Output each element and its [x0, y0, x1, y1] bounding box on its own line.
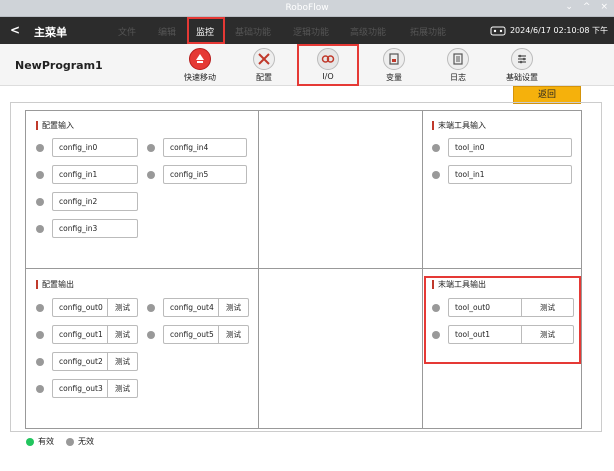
config-out5-label: config_out5: [170, 330, 214, 339]
tool-in0: tool_in0: [432, 138, 572, 157]
tool-input-title-text: 末端工具输入: [438, 121, 486, 130]
config-in4-field[interactable]: config_in4: [163, 138, 247, 157]
config-out1: config_out1 测试: [36, 325, 138, 344]
config-out0-label: config_out0: [59, 303, 103, 312]
status-dot: [36, 357, 44, 366]
main-menu-label[interactable]: 主菜单: [34, 24, 67, 40]
config-label: 配置: [256, 73, 272, 82]
highlight-io-button: [297, 44, 359, 86]
status-dot: [432, 143, 440, 152]
valid-dot-icon: [26, 437, 34, 446]
config-out5: config_out5 测试: [147, 325, 249, 344]
test-button[interactable]: 测试: [218, 326, 248, 343]
window-titlebar: RoboFlow ⌄ ^ ×: [0, 0, 614, 17]
grid-divider: [26, 268, 581, 269]
log-label: 日志: [450, 73, 466, 82]
config-in4: config_in4: [147, 138, 247, 157]
program-name: NewProgram1: [15, 59, 103, 72]
menu-extension-functions[interactable]: 拓展功能: [410, 25, 446, 38]
menu-advanced-functions[interactable]: 高级功能: [350, 25, 386, 38]
tool-input-title: 末端工具输入: [432, 120, 486, 131]
menu-basic-functions[interactable]: 基础功能: [235, 25, 271, 38]
legend-invalid: 无效: [78, 437, 94, 446]
status-dot: [147, 303, 155, 312]
config-out2-label: config_out2: [59, 357, 103, 366]
test-button[interactable]: 测试: [107, 380, 137, 397]
config-in3: config_in3: [36, 219, 138, 238]
legend: 有效 无效: [26, 436, 94, 447]
variable-icon: [383, 48, 405, 70]
config-out4-label: config_out4: [170, 303, 214, 312]
test-button[interactable]: 测试: [107, 353, 137, 370]
config-in2-field[interactable]: config_in2: [52, 192, 138, 211]
config-in0: config_in0: [36, 138, 138, 157]
config-input-title-text: 配置输入: [42, 121, 74, 130]
status-dot: [36, 224, 44, 233]
status-dot: [36, 303, 44, 312]
tools-icon: [253, 48, 275, 70]
test-button[interactable]: 测试: [107, 299, 137, 316]
tool-in0-field[interactable]: tool_in0: [448, 138, 572, 157]
status-dot: [36, 330, 44, 339]
config-in1: config_in1: [36, 165, 138, 184]
config-out4: config_out4 测试: [147, 298, 249, 317]
status-dot: [147, 330, 155, 339]
maximize-icon[interactable]: ^: [583, 2, 591, 12]
menu-file[interactable]: 文件: [118, 25, 136, 38]
tool-in1: tool_in1: [432, 165, 572, 184]
test-button[interactable]: 测试: [107, 326, 137, 343]
window-title: RoboFlow: [285, 3, 329, 13]
robot-icon: [490, 26, 506, 36]
invalid-dot-icon: [66, 437, 74, 446]
status-dot: [36, 197, 44, 206]
status-dot: [147, 170, 155, 179]
back-icon[interactable]: <: [10, 23, 20, 37]
test-button[interactable]: 测试: [218, 299, 248, 316]
settings-icon: [511, 48, 533, 70]
config-in5-field[interactable]: config_in5: [163, 165, 247, 184]
config-in0-field[interactable]: config_in0: [52, 138, 138, 157]
status-dot: [36, 143, 44, 152]
variable-label: 变量: [386, 73, 402, 82]
menu-logic-functions[interactable]: 逻辑功能: [293, 25, 329, 38]
config-in2: config_in2: [36, 192, 138, 211]
status-dot: [36, 170, 44, 179]
basic-settings-button[interactable]: 基础设置: [492, 48, 552, 83]
variable-button[interactable]: 变量: [364, 48, 424, 83]
menu-bar: < 主菜单 文件 编辑 监控 基础功能 逻辑功能 高级功能 拓展功能 2024/…: [0, 17, 614, 44]
grid-divider: [422, 111, 423, 428]
config-in5: config_in5: [147, 165, 247, 184]
tool-in1-field[interactable]: tool_in1: [448, 165, 572, 184]
config-out3-label: config_out3: [59, 384, 103, 393]
config-button[interactable]: 配置: [234, 48, 294, 83]
highlight-tool-output: [424, 276, 581, 364]
config-out2: config_out2 测试: [36, 352, 138, 371]
config-input-title: 配置输入: [36, 120, 74, 131]
config-in1-field[interactable]: config_in1: [52, 165, 138, 184]
quick-move-button[interactable]: 快速移动: [170, 48, 230, 83]
status-dot: [36, 384, 44, 393]
config-out0: config_out0 测试: [36, 298, 138, 317]
log-icon: [447, 48, 469, 70]
config-output-title-text: 配置输出: [42, 280, 74, 289]
config-out3: config_out3 测试: [36, 379, 138, 398]
status-dot: [432, 170, 440, 179]
legend-valid: 有效: [38, 437, 54, 446]
minimize-icon[interactable]: ⌄: [565, 2, 573, 12]
close-icon[interactable]: ×: [600, 2, 608, 12]
datetime: 2024/6/17 02:10:08 下午: [490, 25, 608, 36]
menu-edit[interactable]: 编辑: [158, 25, 176, 38]
log-button[interactable]: 日志: [428, 48, 488, 83]
config-in3-field[interactable]: config_in3: [52, 219, 138, 238]
status-dot: [147, 143, 155, 152]
config-output-title: 配置输出: [36, 279, 74, 290]
highlight-menu-monitor: [187, 17, 225, 44]
datetime-text: 2024/6/17 02:10:08 下午: [509, 26, 608, 35]
config-out1-label: config_out1: [59, 330, 103, 339]
quick-move-label: 快速移动: [184, 73, 216, 82]
basic-settings-label: 基础设置: [506, 73, 538, 82]
grid-divider: [258, 111, 259, 428]
quick-move-icon: [189, 48, 211, 70]
